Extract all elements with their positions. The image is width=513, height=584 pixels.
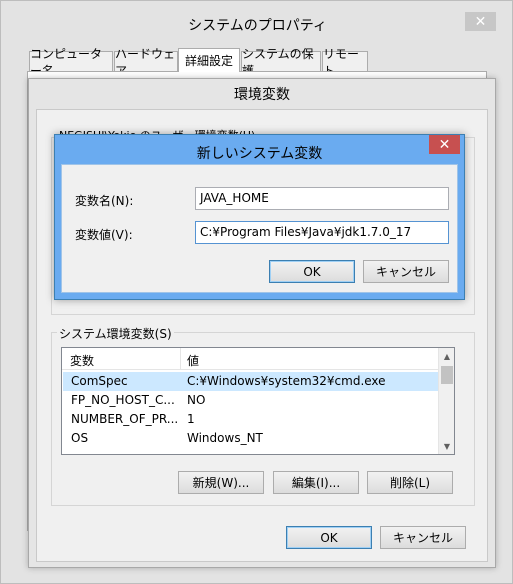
dialog-title: 新しいシステム変数 bbox=[196, 146, 323, 162]
tab-hardware[interactable]: ハードウェア bbox=[114, 47, 178, 78]
row-name: OS bbox=[71, 431, 89, 445]
system-variables-list[interactable]: 変数 値 ComSpec C:¥Windows¥system32¥cmd.exe… bbox=[61, 347, 455, 455]
table-row[interactable]: OS Windows_NT bbox=[63, 429, 438, 448]
row-name: ComSpec bbox=[71, 374, 128, 388]
env-ok-button[interactable]: OK bbox=[286, 526, 372, 549]
outer-close-button[interactable]: ✕ bbox=[465, 12, 496, 31]
window-title: システムのプロパティ bbox=[188, 18, 327, 34]
tab-system-protection[interactable]: システムの保護 bbox=[241, 47, 321, 78]
scroll-up-arrow-icon[interactable]: ▲ bbox=[439, 348, 454, 364]
row-value: 1 bbox=[187, 412, 195, 426]
delete-variable-button[interactable]: 削除(L) bbox=[367, 471, 453, 494]
dialog-client-area: 変数名(N): JAVA_HOME 変数値(V): C:¥Program Fil… bbox=[61, 164, 458, 293]
table-row[interactable]: FP_NO_HOST_C... NO bbox=[63, 391, 438, 410]
env-window-title: 環境変数 bbox=[234, 87, 290, 103]
table-row[interactable]: NUMBER_OF_PR... 1 bbox=[63, 410, 438, 429]
tab-computer-name[interactable]: コンピューター名 bbox=[29, 47, 113, 78]
variable-value-label: 変数値(V): bbox=[75, 228, 133, 242]
tab-remote[interactable]: リモート bbox=[322, 47, 368, 78]
list-header: 変数 値 bbox=[62, 348, 438, 370]
list-scrollbar[interactable]: ▲ ▼ bbox=[438, 348, 454, 454]
row-name: FP_NO_HOST_C... bbox=[71, 393, 175, 407]
variable-value-field[interactable]: C:¥Program Files¥Java¥jdk1.7.0_17 bbox=[195, 221, 449, 244]
column-header-value[interactable]: 値 bbox=[187, 352, 199, 369]
close-icon: ✕ bbox=[474, 13, 487, 30]
variable-name-field[interactable]: JAVA_HOME bbox=[195, 187, 449, 210]
dialog-close-button[interactable]: ✕ bbox=[429, 135, 460, 154]
tab-advanced[interactable]: 詳細設定 bbox=[178, 48, 240, 72]
scroll-thumb[interactable] bbox=[441, 366, 453, 384]
new-variable-button[interactable]: 新規(W)... bbox=[178, 471, 264, 494]
row-value: C:¥Windows¥system32¥cmd.exe bbox=[187, 374, 386, 388]
close-icon: ✕ bbox=[438, 136, 451, 153]
new-system-variable-dialog: 新しいシステム変数 ✕ 変数名(N): JAVA_HOME 変数値(V): C:… bbox=[54, 134, 465, 300]
row-name: NUMBER_OF_PR... bbox=[71, 412, 179, 426]
dialog-cancel-button[interactable]: キャンセル bbox=[363, 260, 449, 283]
column-header-name[interactable]: 変数 bbox=[70, 352, 94, 369]
row-value: NO bbox=[187, 393, 206, 407]
scroll-down-arrow-icon[interactable]: ▼ bbox=[439, 438, 454, 454]
column-divider[interactable] bbox=[180, 348, 181, 370]
row-value: Windows_NT bbox=[187, 431, 263, 445]
variable-name-label: 変数名(N): bbox=[75, 194, 134, 208]
env-cancel-button[interactable]: キャンセル bbox=[380, 526, 466, 549]
system-variables-label: システム環境変数(S) bbox=[57, 325, 174, 342]
edit-variable-button[interactable]: 編集(I)... bbox=[273, 471, 359, 494]
table-row[interactable]: ComSpec C:¥Windows¥system32¥cmd.exe bbox=[63, 372, 438, 391]
dialog-ok-button[interactable]: OK bbox=[269, 260, 355, 283]
